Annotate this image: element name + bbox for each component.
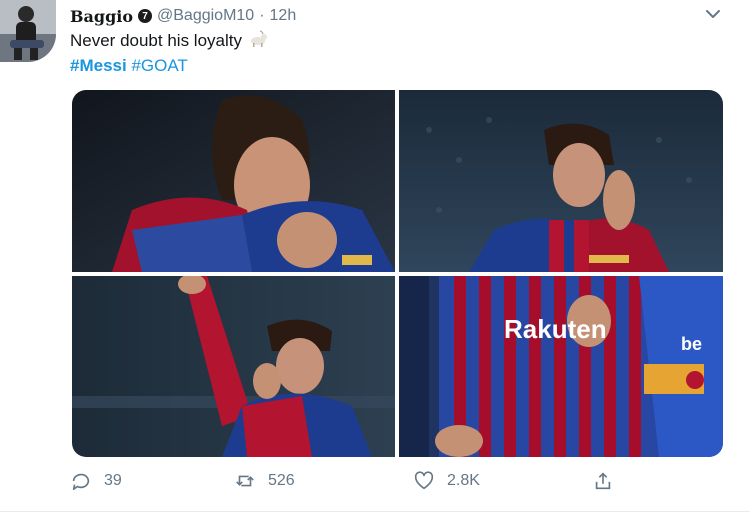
photo-kissing-badge-stadium[interactable] xyxy=(399,90,723,272)
reply-count: 39 xyxy=(104,472,122,489)
shirt-sponsor-text: Rakuten xyxy=(504,314,607,344)
tweet-header: Baggio 7 @BaggioM10 · 12h xyxy=(70,5,296,27)
hashtag-link[interactable]: #Messi xyxy=(70,56,127,75)
goat-emoji-icon xyxy=(247,30,269,50)
reply-button[interactable]: 39 xyxy=(70,470,122,492)
hashtag-link[interactable]: #GOAT xyxy=(131,56,187,75)
user-handle[interactable]: @BaggioM10 xyxy=(157,7,254,25)
retweet-button[interactable]: 526 xyxy=(234,470,295,492)
heart-icon xyxy=(414,471,434,490)
photo-kissing-badge-long-hair[interactable] xyxy=(72,90,395,272)
retweet-icon xyxy=(236,475,254,487)
tweet-text: Never doubt his loyalty xyxy=(70,30,269,53)
timestamp[interactable]: 12h xyxy=(270,7,297,25)
media-grid: Rakuten be xyxy=(72,90,723,457)
separator-dot: · xyxy=(259,7,265,24)
badge-icon: 7 xyxy=(138,9,153,23)
avatar[interactable] xyxy=(0,0,56,62)
sleeve-text: be xyxy=(681,334,702,354)
tweet-actions: 39 526 2.8K xyxy=(70,470,670,498)
like-button[interactable]: 2.8K xyxy=(413,470,480,492)
display-name[interactable]: Baggio xyxy=(70,7,133,26)
photo-rakuten-shirt-kiss[interactable]: Rakuten be xyxy=(399,276,723,457)
like-count: 2.8K xyxy=(447,472,480,489)
reply-icon xyxy=(72,473,90,491)
chevron-down-icon[interactable] xyxy=(703,6,723,22)
divider xyxy=(0,511,750,512)
retweet-count: 526 xyxy=(268,472,295,489)
hashtags: #Messi #GOAT xyxy=(70,55,188,77)
share-button[interactable] xyxy=(592,470,614,492)
share-icon xyxy=(595,472,611,490)
tweet-text-body: Never doubt his loyalty xyxy=(70,31,242,50)
photo-arm-raised-kissing-shirt[interactable] xyxy=(72,276,395,457)
